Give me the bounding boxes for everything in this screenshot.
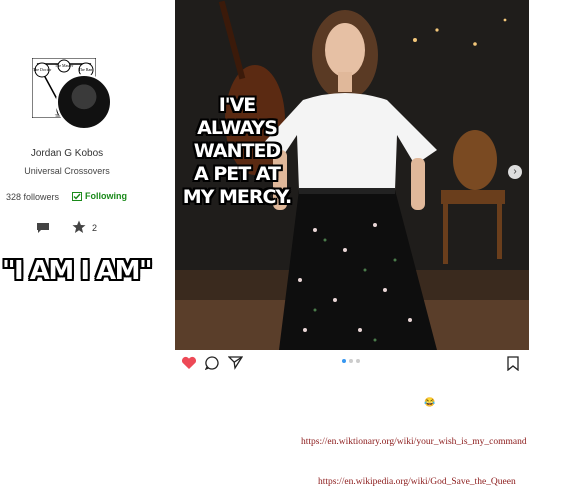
wiktionary-link[interactable]: https://en.wiktionary.org/wiki/your_wish…	[301, 437, 527, 447]
followers-count[interactable]: 328 followers	[6, 192, 59, 202]
comment-icon[interactable]	[205, 356, 219, 370]
logo-label-3: The Rani	[79, 67, 95, 72]
following-label: Following	[85, 191, 127, 201]
meme-line: I'VE	[218, 94, 257, 116]
logo-label-2: The Master	[55, 63, 74, 68]
star-count: 2	[92, 223, 98, 233]
carousel-dot[interactable]	[349, 359, 353, 363]
wikipedia-link[interactable]: https://en.wikipedia.org/wiki/God_Save_t…	[318, 477, 516, 487]
check-box-icon	[72, 191, 82, 201]
chat-icon[interactable]	[36, 222, 50, 234]
emoji: 😂	[424, 397, 436, 407]
heart-icon[interactable]	[181, 356, 197, 370]
avatar[interactable]	[56, 74, 112, 130]
carousel-dot-active[interactable]	[342, 359, 346, 363]
cropped-caption-line	[183, 375, 333, 381]
post-photo[interactable]: I'VE ALWAYS WANTED A PET AT MY MERCY. ›	[175, 0, 529, 350]
meme-line: A PET AT	[194, 163, 281, 185]
meme-line: WANTED	[193, 140, 281, 162]
profile-subtitle: Universal Crossovers	[24, 166, 110, 176]
following-button[interactable]: Following	[72, 191, 127, 201]
meme-line: ALWAYS	[197, 117, 278, 139]
logo-label-1: The Doctor	[33, 67, 52, 72]
meme-caption-left: "I AM I AM"	[2, 256, 153, 286]
profile-name[interactable]: Jordan G Kobos	[0, 148, 134, 159]
meme-line: MY MERCY.	[182, 186, 293, 208]
carousel-dot[interactable]	[356, 359, 360, 363]
chevron-right-icon[interactable]: ›	[508, 165, 522, 179]
share-icon[interactable]	[228, 355, 243, 370]
carousel-dots	[342, 359, 360, 363]
meme-caption-photo: I'VE ALWAYS WANTED A PET AT MY MERCY.	[181, 94, 293, 209]
star-icon[interactable]	[72, 220, 86, 234]
bookmark-icon[interactable]	[507, 356, 519, 371]
